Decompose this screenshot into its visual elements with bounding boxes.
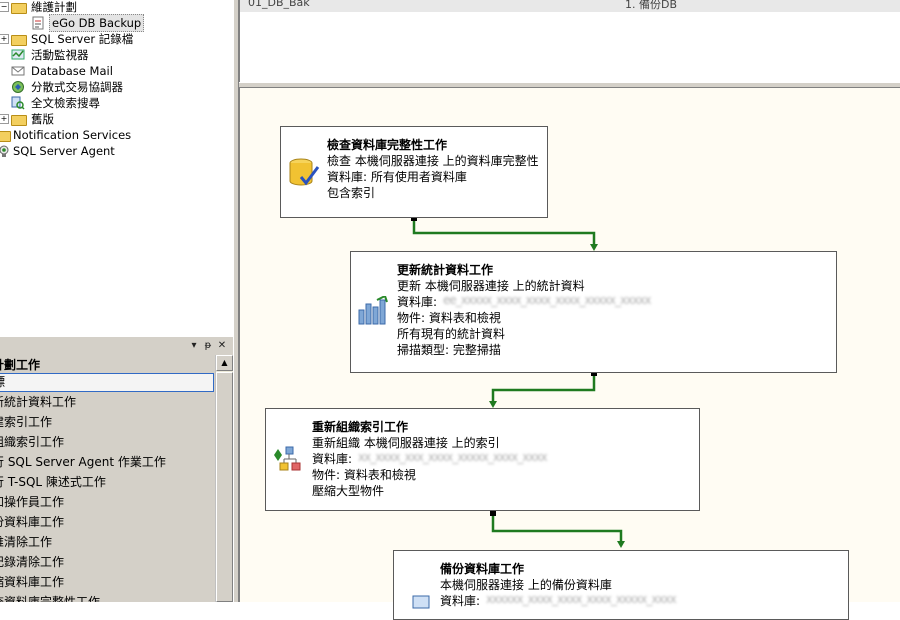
reorganize-index-icon [272,443,306,476]
task-title: 備份資料庫工作 [440,562,525,576]
task-detail: 包含索引 [327,186,376,200]
folder-icon [11,115,27,126]
sql-agent-icon [0,144,11,158]
task-detail: 物件: 資料表和檢視 [397,311,501,325]
activity-monitor-icon [11,48,25,62]
tree-node-maintenance-plans[interactable]: − 維護計劃 [0,0,230,15]
scroll-up-icon[interactable]: ▲ [216,355,233,371]
object-explorer-tree: − 維護計劃 eGo DB Backup + SQL Server 記錄檔 活動… [0,0,232,336]
task-title: 重新組織索引工作 [312,420,409,434]
tree-node-label: 全文檢索搜尋 [31,96,100,110]
task-backup-database[interactable]: 備份資料庫工作 本機伺服器連接 上的備份資料庫 資料庫: xxxxxx_xxxx… [393,550,849,620]
backup-database-icon [412,595,432,612]
tree-node-legacy[interactable]: + 舊版 [0,111,230,127]
toolbox-item[interactable]: 縮資料庫工作 [0,573,214,592]
task-detail: 資料庫: 所有使用者資料庫 [327,170,467,184]
toolbox-category[interactable]: 計劃工作 [0,357,40,373]
toolbox-item[interactable]: 行 SQL Server Agent 作業工作 [0,453,214,472]
task-check-integrity[interactable]: 檢查資料庫完整性工作 檢查 本機伺服器連接 上的資料庫完整性 資料庫: 所有使用… [280,126,548,218]
toolbox-item-pointer[interactable]: 標 [0,373,214,392]
tree-node-label: SQL Server Agent [13,144,115,158]
dropdown-icon[interactable]: ▾ [188,340,200,352]
toolbox-item[interactable]: 維清除工作 [0,533,214,552]
redacted-database-list: ee_xxxxx_xxxx_xxxx_xxxx_xxxxx_xxxxx [443,293,652,307]
maintenance-plan-icon [31,16,45,30]
redacted-database-list: xx_xxxx_xxx_xxxx_xxxxx_xxxx_xxxx [358,450,548,464]
redacted-database-list: xxxxxx_xxxx_xxxx_xxxx_xxxxx_xxxx [486,592,677,606]
toolbox-item[interactable]: 份資料庫工作 [0,513,214,532]
precedence-arrow-2[interactable] [489,371,597,408]
tree-node-ego-db-backup[interactable]: eGo DB Backup [0,14,230,32]
tree-node-database-mail[interactable]: Database Mail [0,63,230,79]
task-reorganize-index[interactable]: 重新組織索引工作 重新組織 本機伺服器連接 上的索引 資料庫: xx_xxxx_… [265,408,700,511]
design-surface[interactable]: 檢查資料庫完整性工作 檢查 本機伺服器連接 上的資料庫完整性 資料庫: 所有使用… [239,88,900,620]
tree-node-label: 活動監視器 [31,48,89,62]
task-title: 檢查資料庫完整性工作 [327,138,448,152]
task-detail: 所有現有的統計資料 [397,327,506,341]
task-detail: 掃描類型: 完整掃描 [397,343,501,357]
toolbox-item[interactable]: 查資料庫完整性工作 [0,593,214,602]
task-detail: 更新 本機伺服器連接 上的統計資料 [397,279,585,293]
tree-node-label: SQL Server 記錄檔 [31,32,134,46]
folder-icon [11,35,27,46]
pin-icon[interactable]: ᵽ [202,340,214,352]
close-icon[interactable]: ✕ [216,340,228,352]
toolbox-item[interactable]: 建索引工作 [0,413,214,432]
statistics-chart-icon [357,294,391,329]
toolbox-scrollbar[interactable]: ▲ [215,355,233,602]
expand-icon[interactable]: + [0,114,9,124]
toolbox-item[interactable]: 知操作員工作 [0,493,214,512]
tree-node-label: eGo DB Backup [49,14,145,32]
folder-icon [0,131,11,142]
database-check-icon [287,155,321,192]
toolbox-item[interactable]: 記錄清除工作 [0,553,214,572]
tree-node-dtc[interactable]: 分散式交易協調器 [0,79,230,95]
collapse-icon[interactable]: − [0,2,9,12]
tree-node-fulltext-search[interactable]: 全文檢索搜尋 [0,95,230,111]
task-detail: 資料庫: [312,452,353,466]
task-detail: 資料庫: [397,295,438,309]
database-mail-icon [11,64,25,78]
task-detail: 壓縮大型物件 [312,484,385,498]
toolbox-item[interactable]: 新統計資料工作 [0,393,214,412]
tree-node-sql-server-agent[interactable]: SQL Server Agent [0,143,230,159]
toolbox-header: ▾ ᵽ ✕ [0,339,233,354]
subplan-name-cell: 01_DB_Bak [248,0,310,9]
tree-node-sql-server-logs[interactable]: + SQL Server 記錄檔 [0,31,230,47]
task-update-statistics[interactable]: 更新統計資料工作 更新 本機伺服器連接 上的統計資料 資料庫: ee_xxxxx… [350,251,837,373]
task-detail: 本機伺服器連接 上的備份資料庫 [440,578,612,592]
folder-icon [11,3,27,14]
subplan-grid: 01_DB_Bak 1. 備份DB [239,0,900,82]
toolbox-panel: ▾ ᵽ ✕ 計劃工作 標 新統計資料工作 建索引工作 組織索引工作 行 SQL … [0,337,233,602]
toolbox-item[interactable]: 行 T-SQL 陳述式工作 [0,473,214,492]
task-detail: 檢查 本機伺服器連接 上的資料庫完整性 [327,154,539,168]
dtc-icon [11,80,25,94]
task-detail: 重新組織 本機伺服器連接 上的索引 [312,436,500,450]
tree-node-activity-monitor[interactable]: 活動監視器 [0,47,230,63]
tree-node-label: 分散式交易協調器 [31,80,123,94]
precedence-arrow-3[interactable] [490,511,625,548]
tree-node-label: Database Mail [31,64,113,78]
tree-node-label: 維護計劃 [31,0,77,14]
tree-node-label: 舊版 [31,112,54,126]
task-detail: 資料庫: [440,594,481,608]
toolbox-list: 計劃工作 標 新統計資料工作 建索引工作 組織索引工作 行 SQL Server… [0,355,215,602]
fulltext-search-icon [11,96,25,110]
expand-icon[interactable]: + [0,34,9,44]
tree-node-label: Notification Services [13,128,132,142]
scroll-thumb[interactable] [216,372,233,602]
subplan-description-cell: 1. 備份DB [625,0,678,11]
toolbox-item[interactable]: 組織索引工作 [0,433,214,452]
task-detail: 物件: 資料表和檢視 [312,468,416,482]
table-row[interactable]: 01_DB_Bak 1. 備份DB [240,0,900,12]
precedence-arrow-1[interactable] [411,216,598,251]
task-title: 更新統計資料工作 [397,263,494,277]
tree-node-notification-services[interactable]: Notification Services [0,127,230,143]
